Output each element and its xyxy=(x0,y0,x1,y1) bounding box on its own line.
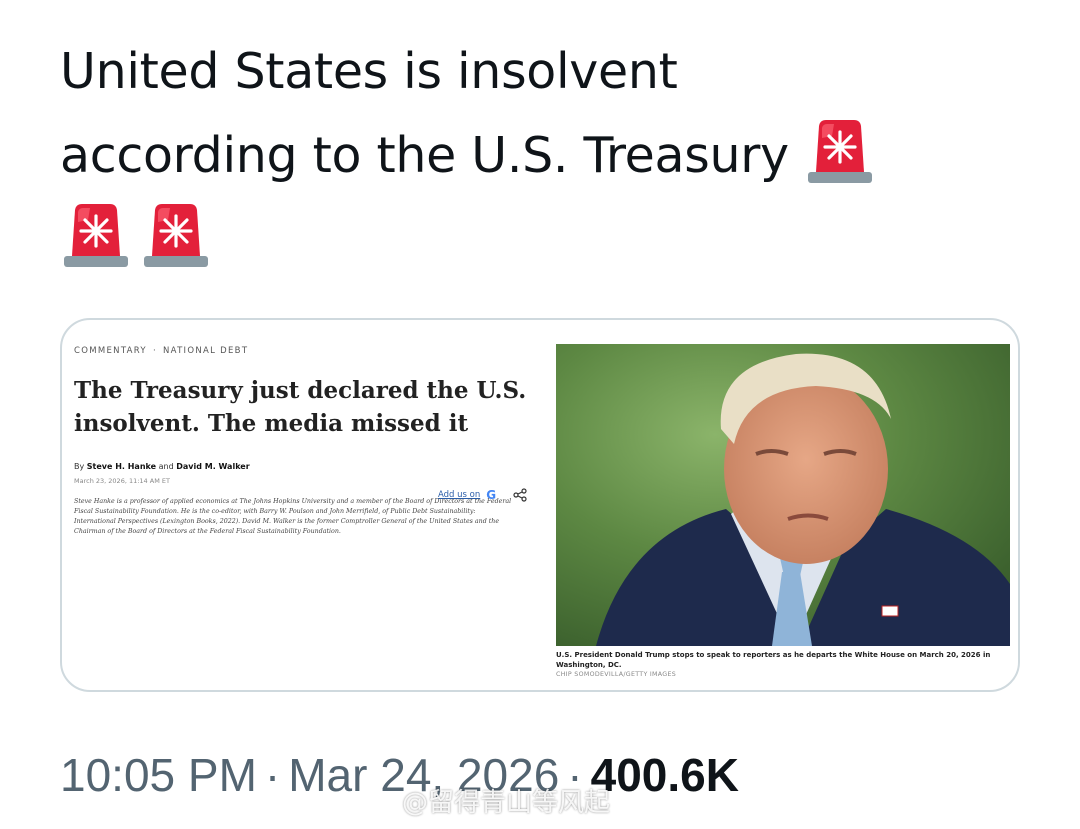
police-car-light-icon xyxy=(60,198,132,270)
media-card[interactable]: COMMENTARY · NATIONAL DEBT The Treasury ju… xyxy=(60,318,1020,692)
share-row: Add us on G xyxy=(438,488,528,502)
police-car-light-icon xyxy=(140,198,212,270)
article-headline: The Treasury just declared the U.S. inso… xyxy=(74,377,527,437)
article-bio: Steve Hanke is a professor of applied ec… xyxy=(74,498,512,535)
google-icon: G xyxy=(486,488,497,502)
article-date: March 23, 2026, 11:14 AM ET xyxy=(74,477,170,485)
article-screenshot: COMMENTARY · NATIONAL DEBT The Treasury ju… xyxy=(74,346,534,537)
author-1: Steve H. Hanke xyxy=(86,462,157,471)
police-car-light-icon xyxy=(804,114,876,186)
tweet-meta: 10:05 PM · Mar 24, 2026 · 400.6K xyxy=(60,749,739,801)
tweet-line-1: United States is insolvent xyxy=(60,43,678,100)
add-us-link: Add us on xyxy=(438,490,481,500)
article-section: COMMENTARY xyxy=(74,346,147,356)
article-topic: NATIONAL DEBT xyxy=(162,346,249,356)
tweet-text: United States is insolvent according to … xyxy=(60,30,1020,282)
tweet-time[interactable]: 10:05 PM xyxy=(60,749,257,801)
share-icon xyxy=(512,488,528,502)
tweet-line-3 xyxy=(60,198,1020,282)
caption-text: U.S. President Donald Trump stops to spe… xyxy=(556,651,991,669)
article-photo xyxy=(556,344,1010,646)
photo-credit: CHIP SOMODEVILLA/GETTY IMAGES xyxy=(556,671,677,678)
tweet-views: 400.6K xyxy=(590,749,739,801)
author-2: David M. Walker xyxy=(176,462,250,471)
tweet-line-2: according to the U.S. Treasury xyxy=(60,114,1020,198)
watermark: @留得青山等风起 xyxy=(402,788,611,818)
tweet-line-2-text: according to the U.S. Treasury xyxy=(60,127,789,184)
article-byline: By Steve H. Hanke and David M. Walker xyxy=(74,462,250,471)
article-kicker: COMMENTARY · NATIONAL DEBT xyxy=(74,346,249,356)
photo-caption: U.S. President Donald Trump stops to spe… xyxy=(556,650,1010,680)
